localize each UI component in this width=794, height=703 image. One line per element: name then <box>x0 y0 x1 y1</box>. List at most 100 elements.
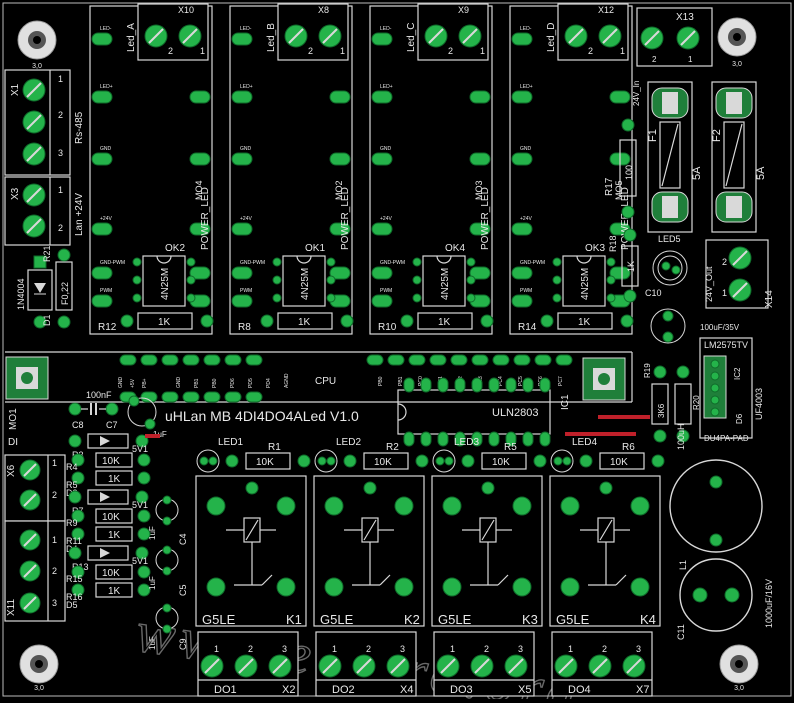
r17-value: 100 <box>624 165 634 180</box>
do-pin-label: 3 <box>518 644 523 654</box>
channel-pad-label: GND <box>520 146 532 152</box>
do-pin-label: 1 <box>214 644 219 654</box>
x3-pin1: 1 <box>58 185 63 195</box>
relay-resistor-ref: R2 <box>386 442 399 453</box>
led-channel-1: X102 1Led_ALED-LED+GND+24VGND-PWMPWMPOWER… <box>89 3 214 335</box>
channel-resistor-ref: R12 <box>98 322 117 333</box>
channel-name: Led_A <box>126 23 137 52</box>
channel-opto-part: 4N25M <box>440 268 451 300</box>
channel-pad-label: GND <box>380 146 392 152</box>
input-bot-value: 1K <box>108 530 121 541</box>
channel-opto-part: 4N25M <box>160 268 171 300</box>
v24in-label: 24V_In <box>632 81 641 106</box>
channel-name: Led_C <box>406 23 417 52</box>
channel-pad-label: GND-PWM <box>380 260 405 266</box>
f2-label: F2 <box>711 129 723 142</box>
f2-rating: 5A <box>755 166 767 180</box>
cpu-pin-label: PD4 <box>266 378 272 388</box>
cpu-area: CPU GND PB1 PB0 PD6 PD5 PD4 AGND GND +5V PB+ PB0 PB… <box>5 351 633 447</box>
channel-resistor-ref: R10 <box>378 322 397 333</box>
input-row-3: 5V1R1310KR151KR16D5 <box>66 545 151 610</box>
x11-pin3: 3 <box>52 598 57 608</box>
cpu-pin-label: PD6 <box>230 378 236 388</box>
channel-resistor-value: 1K <box>298 317 311 328</box>
do-pin-label: 2 <box>248 644 253 654</box>
relay-led-label: LED4 <box>572 437 597 448</box>
input-top-value: 10K <box>102 512 120 523</box>
channel-pad-label: GND-PWM <box>520 260 545 266</box>
mount-hole-top-right: 3,0 <box>717 17 757 68</box>
x11-pin1: 1 <box>52 535 57 545</box>
relay-led-label: LED2 <box>336 437 361 448</box>
input-top-value: 10K <box>102 456 120 467</box>
x13-label: X13 <box>676 12 694 23</box>
do-pin-label: 1 <box>332 644 337 654</box>
board-title: uHLan MB 4DI4DO4ALed V1.0 <box>165 408 359 424</box>
svg-text:3,0: 3,0 <box>732 61 742 68</box>
f1-rating: 5A <box>691 166 703 180</box>
relay-3: LED3 10K R5 G5LE K3 1 2 3 DO3 X5 <box>431 437 547 697</box>
cap-100uf35-label: 100uF/35V <box>700 323 740 332</box>
input-zener-value: 5V1 <box>132 444 148 454</box>
cpu-pin-label: PD5 <box>248 378 254 388</box>
channel-pin2: 2 <box>168 46 173 56</box>
r20-label: R20 <box>692 395 701 410</box>
rs485-label: Rs-485 <box>74 111 85 144</box>
du-label: DU4PA-PAD <box>704 434 749 443</box>
do-pin-label: 3 <box>636 644 641 654</box>
d1-label: D1 <box>42 314 52 326</box>
relay-resistor-value: 10K <box>374 457 392 468</box>
channel-opto-ref: OK4 <box>445 243 465 254</box>
x6-pin1: 1 <box>52 458 57 468</box>
l1-value: 100uH <box>676 423 686 450</box>
channel-pad-label: GND <box>100 146 112 152</box>
input-zener-value: 5V1 <box>132 500 148 510</box>
x11-label: X11 <box>6 599 17 616</box>
channel-pad-label: +24V <box>100 216 112 222</box>
c4-value: 1uF <box>148 526 157 540</box>
input-top-ref: R4 <box>66 462 78 472</box>
relay-type: G5LE <box>556 612 590 627</box>
channel-pad-label: +24V <box>520 216 532 222</box>
relay-led-label: LED1 <box>218 437 243 448</box>
input-bot-value: 1K <box>108 474 121 485</box>
channel-pad-label: LED+ <box>100 84 113 90</box>
channel-resistor-value: 1K <box>578 317 591 328</box>
channel-pad-label: +24V <box>380 216 392 222</box>
relay-resistor-value: 10K <box>610 457 628 468</box>
c8-label: C8 <box>72 420 84 430</box>
l1-label: L1 <box>678 560 688 570</box>
relay-led-label: LED3 <box>454 437 479 448</box>
relay-2: LED2 10K R2 G5LE K2 1 2 3 DO2 X4 <box>313 437 429 697</box>
channel-pad-label: PWM <box>100 288 112 294</box>
r21-label: R21 <box>42 245 52 262</box>
input-top-ref: R15 <box>66 574 83 584</box>
led-channels: X102 1Led_ALED-LED+GND+24VGND-PWMPWMPOWER… <box>89 3 634 335</box>
channel-pad-label: LED- <box>100 26 112 32</box>
relay-do-label: DO3 <box>450 684 473 696</box>
channel-name: Led_B <box>266 23 277 52</box>
mo1-label: MO1 <box>8 408 19 430</box>
relay-ref: K4 <box>640 612 656 627</box>
x13-pin2: 2 <box>652 55 657 64</box>
channel-pin1: 1 <box>340 46 345 56</box>
relay-type: G5LE <box>202 612 236 627</box>
x6-pin2: 2 <box>52 490 57 500</box>
channel-resistor-value: 1K <box>438 317 451 328</box>
channel-pad-label: LED+ <box>240 84 253 90</box>
relay-1: LED1 10K R1 G5LE K1 1 2 3 DO1 X2 <box>195 437 311 697</box>
pcb-layout: www.elcuro.org 3,0 3,0 3,0 3,0 X1021Led_… <box>2 2 792 703</box>
relay-ref: K2 <box>404 612 420 627</box>
cpu-header-pins: GNDPB1PB0PD6PD5PD4AGNDGND+5VPB+PB0PB1PC0… <box>118 354 573 403</box>
r19-label: R19 <box>643 363 652 378</box>
x3-pin2: 2 <box>58 223 63 233</box>
channel-opto-part: 4N25M <box>300 268 311 300</box>
channel-pad-label: PWM <box>380 288 392 294</box>
cpu-pin-label: AGND <box>284 373 290 388</box>
r18-label: R18 <box>608 235 618 252</box>
channel-opto-part: 4N25M <box>580 268 591 300</box>
channel-name: Led_D <box>546 23 557 52</box>
x14-label: X14 <box>764 290 775 308</box>
d6-label: D6 <box>735 413 744 424</box>
x1-label: X1 <box>10 83 21 96</box>
